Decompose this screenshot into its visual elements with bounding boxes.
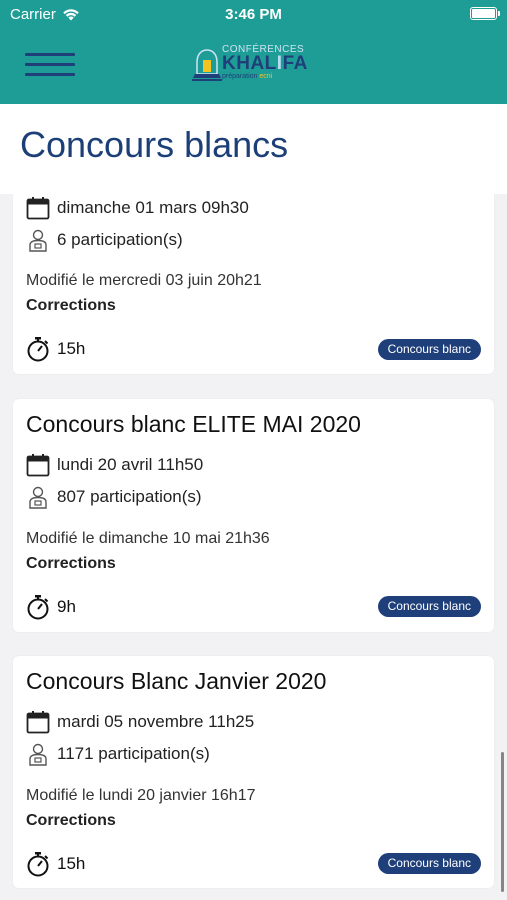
page-title-bar: Concours blancs	[0, 104, 507, 194]
exam-list[interactable]: dimanche 01 mars 09h30 6 participation(s…	[0, 194, 507, 900]
status-time: 3:46 PM	[225, 6, 282, 23]
exam-corrections-link[interactable]: Corrections	[26, 555, 116, 573]
exam-modified: Modifié le lundi 20 janvier 16h17	[26, 787, 256, 804]
person-icon	[29, 743, 47, 766]
exam-corrections-link[interactable]: Corrections	[26, 297, 116, 315]
page-title: Concours blancs	[20, 124, 289, 165]
app-header: Carrier 3:46 PM CONFÉRENCES KHALIFA prép…	[0, 0, 507, 104]
exam-date: mardi 05 novembre 11h25	[26, 710, 254, 734]
exam-participations: 1171 participation(s)	[26, 742, 210, 766]
scrollbar[interactable]	[501, 752, 504, 892]
exam-participations: 807 participation(s)	[26, 485, 202, 509]
exam-duration: 15h	[26, 851, 85, 877]
exam-card[interactable]: Concours blanc ELITE MAI 2020 lundi 20 a…	[13, 399, 494, 632]
logo-mark-icon	[192, 49, 222, 81]
hamburger-icon[interactable]	[25, 53, 75, 77]
app-logo: CONFÉRENCES KHALIFA préparation ecni	[192, 44, 322, 84]
exam-duration: 9h	[26, 594, 76, 620]
stopwatch-icon	[27, 337, 49, 362]
logo-tagline: préparation ecni	[222, 73, 273, 80]
exam-type-badge: Concours blanc	[377, 853, 481, 874]
exam-card[interactable]: dimanche 01 mars 09h30 6 participation(s…	[13, 194, 494, 374]
exam-date: dimanche 01 mars 09h30	[26, 196, 249, 220]
status-bar: Carrier 3:46 PM	[0, 0, 507, 28]
exam-modified: Modifié le mercredi 03 juin 20h21	[26, 272, 262, 289]
calendar-icon	[26, 197, 50, 220]
battery-icon	[470, 7, 500, 20]
exam-corrections-link[interactable]: Corrections	[26, 812, 116, 830]
exam-card[interactable]: Concours Blanc Janvier 2020 mardi 05 nov…	[13, 656, 494, 888]
exam-participations: 6 participation(s)	[26, 228, 183, 252]
exam-date: lundi 20 avril 11h50	[26, 453, 203, 477]
stopwatch-icon	[27, 852, 49, 877]
exam-title: Concours Blanc Janvier 2020	[26, 668, 327, 694]
calendar-icon	[26, 711, 50, 734]
person-icon	[29, 229, 47, 252]
stopwatch-icon	[27, 595, 49, 620]
exam-modified: Modifié le dimanche 10 mai 21h36	[26, 530, 270, 547]
exam-duration: 15h	[26, 336, 85, 362]
exam-type-badge: Concours blanc	[377, 596, 481, 617]
person-icon	[29, 486, 47, 509]
exam-title: Concours blanc ELITE MAI 2020	[26, 411, 361, 437]
exam-type-badge: Concours blanc	[377, 339, 481, 360]
logo-brand: KHALIFA	[222, 53, 308, 74]
calendar-icon	[26, 454, 50, 477]
